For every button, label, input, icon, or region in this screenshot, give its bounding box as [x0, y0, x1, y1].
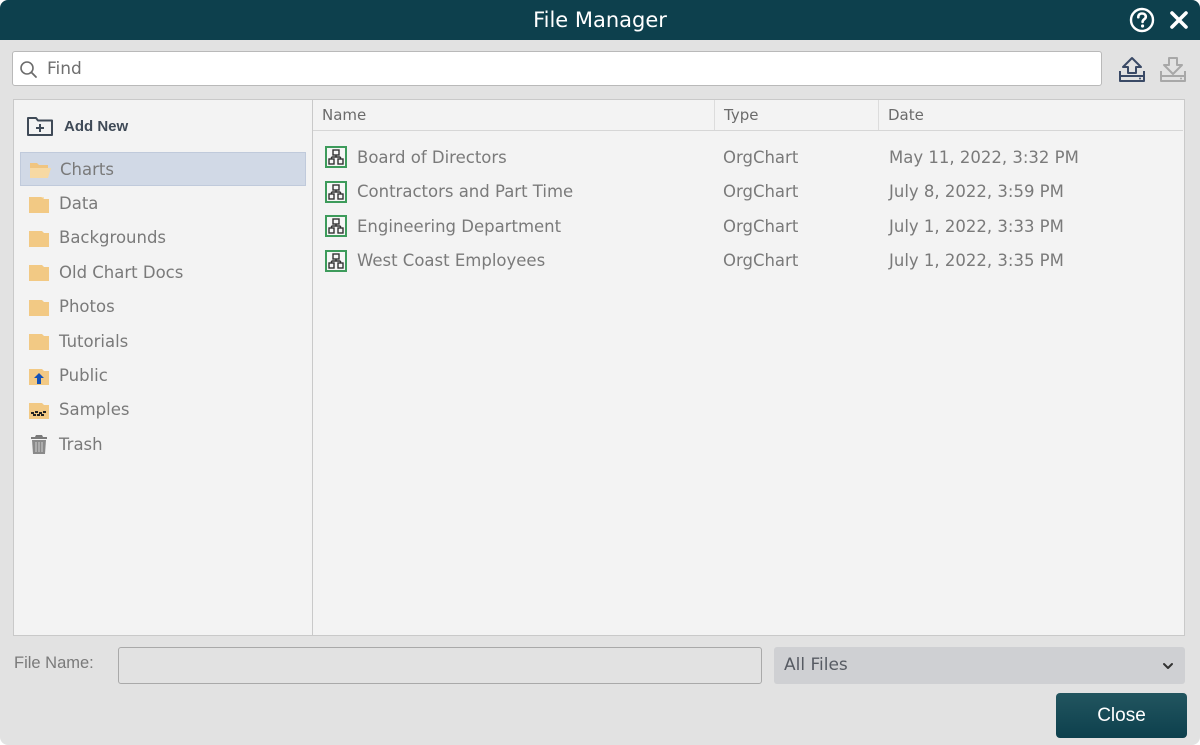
file-name: Engineering Department	[357, 216, 562, 236]
folder-label: Samples	[59, 400, 130, 420]
filter-selected-value: All Files	[784, 655, 848, 675]
name-cell: Engineering Department	[313, 215, 715, 238]
close-dialog-button[interactable]	[1166, 7, 1192, 33]
title-bar: File Manager	[0, 0, 1200, 40]
folder-label: Backgrounds	[59, 228, 167, 248]
close-x-icon	[1170, 11, 1188, 29]
folder-item-data[interactable]: Data	[20, 186, 306, 220]
file-name-input[interactable]	[118, 647, 762, 684]
file-type: OrgChart	[723, 251, 799, 271]
folder-icon	[29, 265, 49, 282]
file-rows: Board of Directors OrgChart May 11, 2022…	[313, 140, 1183, 278]
name-cell: West Coast Employees	[313, 249, 715, 272]
folder-label: Photos	[59, 297, 115, 317]
folder-public-icon	[29, 368, 49, 385]
folder-label: Charts	[60, 159, 114, 179]
orgchart-file-icon	[325, 180, 347, 203]
folder-label: Data	[59, 194, 99, 214]
folder-list: Charts Data Backgrounds Old Chart Docs P…	[14, 152, 312, 462]
table-row[interactable]: Board of Directors OrgChart May 11, 2022…	[313, 140, 1183, 175]
file-type: OrgChart	[723, 216, 799, 236]
search-field	[12, 51, 1102, 86]
folder-item-trash[interactable]: Trash	[20, 427, 306, 461]
folder-icon	[29, 299, 49, 316]
download-tray-icon	[1160, 57, 1186, 82]
folder-icon	[29, 334, 49, 351]
folder-label: Old Chart Docs	[59, 262, 184, 282]
file-type-filter-select[interactable]: All Files	[774, 647, 1185, 684]
folder-samples-icon	[29, 402, 49, 419]
add-new-button[interactable]: Add New	[26, 114, 128, 138]
folder-open-icon	[30, 163, 51, 179]
upload-button[interactable]	[1117, 55, 1147, 85]
column-header-date[interactable]: Date	[879, 100, 1183, 130]
folder-item-old-chart-docs[interactable]: Old Chart Docs	[20, 255, 306, 289]
folder-item-samples[interactable]: Samples	[20, 393, 306, 427]
file-name-label: File Name:	[14, 654, 94, 672]
file-date: May 11, 2022, 3:32 PM	[889, 147, 1079, 167]
file-name: Board of Directors	[357, 147, 507, 167]
folder-icon	[29, 196, 49, 213]
file-name: West Coast Employees	[357, 251, 546, 271]
table-row[interactable]: Engineering Department OrgChart July 1, …	[313, 209, 1183, 244]
folder-item-charts[interactable]: Charts	[20, 152, 306, 187]
folder-item-tutorials[interactable]: Tutorials	[20, 324, 306, 358]
file-list-pane: Name Type Date Board of Directors OrgCha…	[313, 99, 1185, 636]
help-button[interactable]	[1129, 7, 1155, 33]
folder-icon	[29, 230, 49, 247]
help-circle-icon	[1129, 7, 1155, 33]
download-button[interactable]	[1158, 55, 1188, 85]
folder-item-public[interactable]: Public	[20, 358, 306, 392]
orgchart-file-icon	[325, 146, 347, 169]
folder-label: Trash	[59, 434, 103, 454]
orgchart-file-icon	[325, 215, 347, 238]
column-header-name[interactable]: Name	[313, 100, 715, 130]
folder-sidebar: Add New Charts Data Backgrounds Old Char…	[13, 99, 313, 636]
search-icon	[20, 61, 37, 78]
name-cell: Contractors and Part Time	[313, 180, 715, 203]
column-header-type[interactable]: Type	[715, 100, 879, 130]
name-cell: Board of Directors	[313, 146, 715, 169]
table-row[interactable]: West Coast Employees OrgChart July 1, 20…	[313, 244, 1183, 279]
chevron-down-icon	[1163, 663, 1173, 669]
file-manager-dialog: File Manager Find Add New Charts Data Ba…	[0, 0, 1200, 745]
file-date: July 1, 2022, 3:35 PM	[889, 251, 1064, 271]
folder-label: Tutorials	[59, 331, 129, 351]
file-type: OrgChart	[723, 182, 799, 202]
file-date: July 8, 2022, 3:59 PM	[889, 182, 1064, 202]
table-row[interactable]: Contractors and Part Time OrgChart July …	[313, 175, 1183, 210]
file-date: July 1, 2022, 3:33 PM	[889, 216, 1064, 236]
file-name: Contractors and Part Time	[357, 182, 574, 202]
orgchart-file-icon	[325, 249, 347, 272]
dialog-title: File Manager	[533, 8, 667, 32]
add-new-label: Add New	[64, 117, 129, 135]
file-type: OrgChart	[723, 147, 799, 167]
add-folder-icon	[27, 117, 53, 136]
folder-item-backgrounds[interactable]: Backgrounds	[20, 221, 306, 255]
search-input[interactable]	[47, 52, 1087, 85]
folder-label: Public	[59, 366, 108, 386]
trash-icon	[31, 435, 47, 455]
close-button[interactable]: Close	[1056, 693, 1187, 738]
folder-item-photos[interactable]: Photos	[20, 290, 306, 324]
upload-tray-icon	[1119, 57, 1145, 82]
table-header: Name Type Date	[313, 100, 1183, 131]
